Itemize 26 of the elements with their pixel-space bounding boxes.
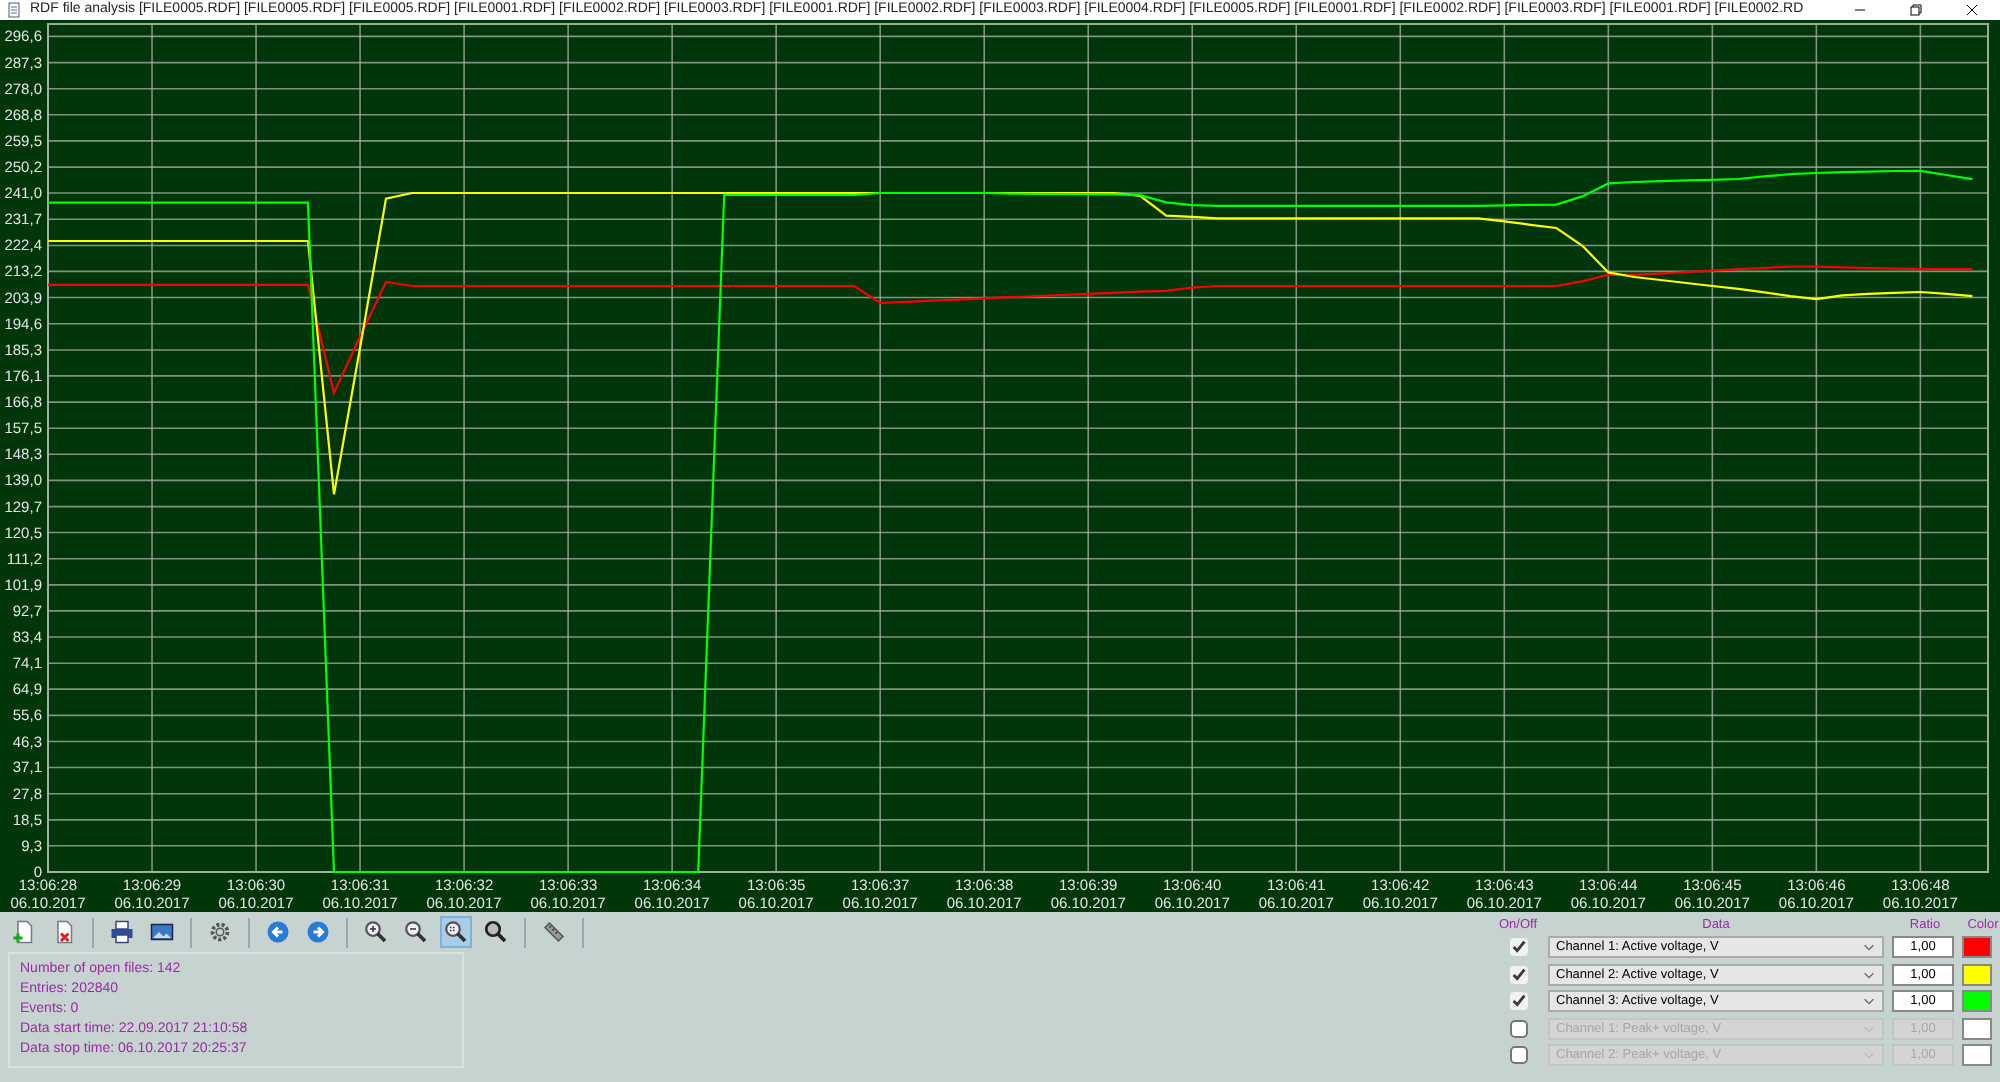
checkbox[interactable] bbox=[1509, 938, 1527, 957]
magnifier-button[interactable] bbox=[480, 916, 512, 948]
back-arrow-button[interactable] bbox=[262, 916, 294, 948]
printer-icon bbox=[110, 918, 134, 946]
restore-icon[interactable] bbox=[1908, 2, 1924, 18]
add-file-icon bbox=[12, 918, 36, 946]
settings-icon bbox=[208, 918, 232, 946]
image-icon bbox=[150, 918, 174, 946]
zoom-region-icon bbox=[444, 918, 468, 946]
ruler-icon bbox=[542, 918, 566, 946]
zoom-region-button[interactable] bbox=[440, 916, 472, 948]
printer-button[interactable] bbox=[106, 916, 138, 948]
ruler-button[interactable] bbox=[538, 916, 570, 948]
checkbox[interactable] bbox=[1509, 992, 1527, 1011]
close-icon[interactable] bbox=[1964, 2, 1980, 18]
color-swatch[interactable] bbox=[1962, 963, 1992, 986]
color-swatch[interactable] bbox=[1962, 990, 1992, 1013]
zoom-in-button[interactable] bbox=[360, 916, 392, 948]
forward-arrow-button[interactable] bbox=[302, 916, 334, 948]
zoom-in-icon bbox=[364, 918, 388, 946]
zoom-out-button[interactable] bbox=[400, 916, 432, 948]
remove-file-icon bbox=[52, 918, 76, 946]
color-swatch[interactable] bbox=[1962, 936, 1992, 959]
magnifier-icon bbox=[484, 918, 508, 946]
zoom-out-icon bbox=[404, 918, 428, 946]
checkbox[interactable] bbox=[1509, 965, 1527, 984]
